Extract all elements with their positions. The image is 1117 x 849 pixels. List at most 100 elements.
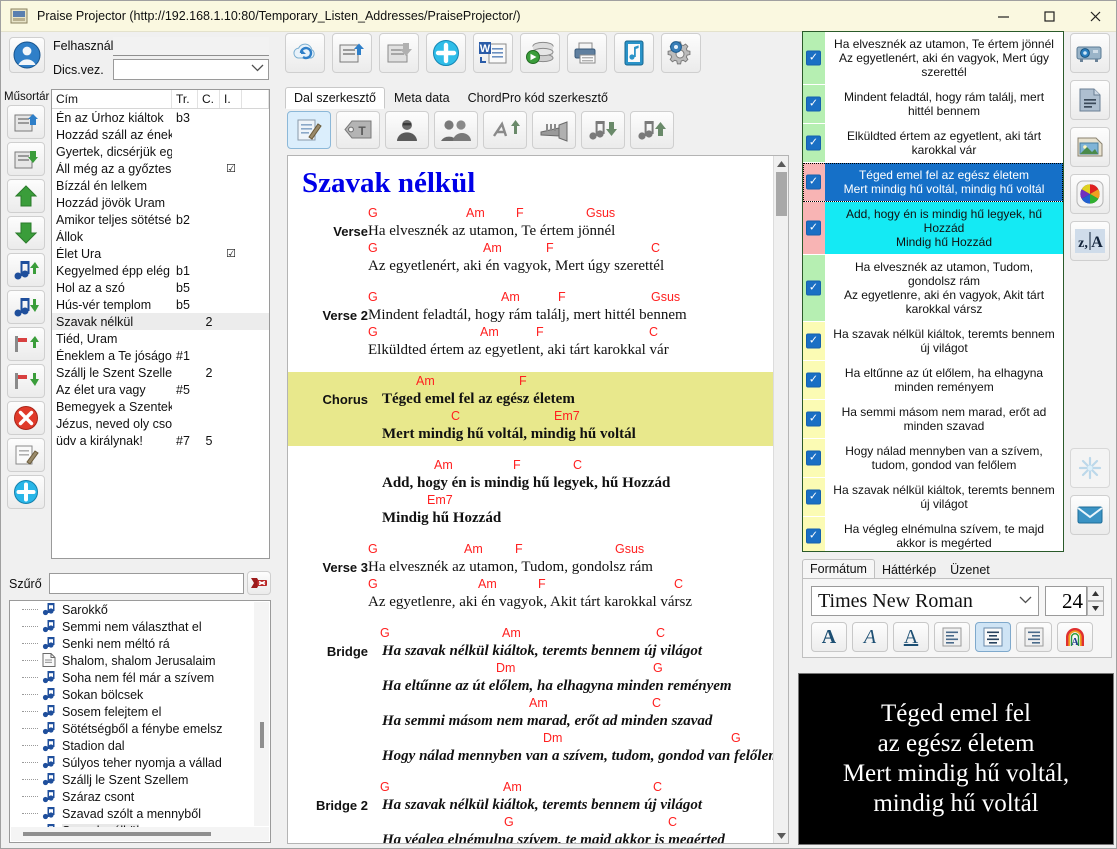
editor-vertical-scrollbar[interactable] — [773, 156, 788, 843]
scroll-down-arrow[interactable] — [774, 828, 789, 843]
playlist-row[interactable]: Kegyelmed épp elégb1 — [52, 262, 269, 279]
text-color-button[interactable]: A — [1057, 622, 1093, 652]
slide-item[interactable]: ✓Ha szavak nélkül kiáltok, teremts benne… — [803, 478, 1063, 517]
scroll-up-arrow[interactable] — [774, 156, 789, 171]
group-icon[interactable] — [434, 111, 478, 149]
playlist-open-icon[interactable] — [7, 105, 45, 139]
slide-item[interactable]: ✓Ha semmi másom nem marad, erőt ad minde… — [803, 400, 1063, 439]
playlist-save-icon[interactable] — [7, 142, 45, 176]
column-header-tr[interactable]: Tr. — [172, 90, 198, 108]
playlist-row[interactable]: Gyertek, dicsérjük egy... — [52, 143, 269, 160]
word-export-icon[interactable]: W — [473, 33, 513, 73]
slide-checkbox[interactable]: ✓ — [806, 373, 821, 388]
list-item[interactable]: Sarokkő — [10, 601, 270, 618]
playlist-row[interactable]: Hol az a szób5 — [52, 279, 269, 296]
list-item[interactable]: Soha nem fél már a szívem — [10, 669, 270, 686]
slide-item[interactable]: ✓Ha végleg elnémulna szívem, te majd akk… — [803, 517, 1063, 552]
slide-checkbox[interactable]: ✓ — [806, 412, 821, 427]
playlist-row[interactable]: Amikor teljes sötétségb2 — [52, 211, 269, 228]
song-tree-vertical-scrollbar[interactable] — [254, 602, 269, 826]
add-new-icon[interactable] — [7, 475, 45, 509]
file-open-icon[interactable] — [332, 33, 372, 73]
trumpet-icon[interactable] — [532, 111, 576, 149]
edit-song-icon[interactable] — [287, 111, 331, 149]
slide-checkbox[interactable]: ✓ — [806, 221, 821, 236]
scrollbar-thumb[interactable] — [23, 832, 211, 836]
user-avatar-icon[interactable] — [9, 37, 45, 73]
slide-checkbox[interactable]: ✓ — [806, 451, 821, 466]
key-transpose-icon[interactable] — [483, 111, 527, 149]
playlist-row[interactable]: Szavak nélkül2 — [52, 313, 269, 330]
scrollbar-thumb[interactable] — [776, 172, 787, 216]
lyrics-block[interactable]: ChorusAmFTéged emel fel az egész életemC… — [288, 372, 774, 446]
chord-add-icon[interactable] — [7, 327, 45, 361]
slide-item[interactable]: ✓Ha elvesznék az utamon, Tudom, gondolsz… — [803, 255, 1063, 322]
italic-button[interactable]: A — [852, 622, 888, 652]
text-document-icon[interactable] — [1070, 80, 1110, 120]
align-right-button[interactable] — [1016, 622, 1052, 652]
align-center-button[interactable] — [975, 622, 1011, 652]
slide-checkbox[interactable]: ✓ — [806, 51, 821, 66]
playlist-row[interactable]: Én az Úrhoz kiáltokb3 — [52, 109, 269, 126]
lyrics-block[interactable]: AmFCAdd, hogy én is mindig hű legyek, hű… — [288, 456, 774, 530]
lyrics-block[interactable]: Verse 2GAmFGsusMindent feladtál, hogy rá… — [288, 288, 774, 362]
list-item[interactable]: Szállj le Szent Szellem — [10, 771, 270, 788]
list-item[interactable]: Senki nem méltó rá — [10, 635, 270, 652]
maximize-button[interactable] — [1026, 1, 1072, 32]
playlist-row[interactable]: Hozzád száll az énekem — [52, 126, 269, 143]
tab-background-image[interactable]: Háttérkép — [875, 561, 943, 579]
snowflake-icon[interactable] — [1070, 448, 1110, 488]
column-header-i[interactable]: I. — [220, 90, 242, 108]
media-library-icon[interactable] — [614, 33, 654, 73]
list-item[interactable]: Sosem felejtem el — [10, 703, 270, 720]
username-input[interactable] — [113, 37, 269, 56]
slide-checkbox[interactable]: ✓ — [806, 136, 821, 151]
playlist-row[interactable]: Szállj le Szent Szellem2 — [52, 364, 269, 381]
lyrics-block[interactable]: VerseGAmFGsusHa elvesznék az utamon, Te … — [288, 204, 774, 278]
clear-filter-icon[interactable] — [247, 571, 271, 595]
bold-button[interactable]: A — [811, 622, 847, 652]
align-left-button[interactable] — [934, 622, 970, 652]
slide-item[interactable]: ✓Elküldted értem az egyetlent, aki tárt … — [803, 124, 1063, 163]
list-item[interactable]: Súlyos teher nyomja a vállad — [10, 754, 270, 771]
font-family-combobox[interactable]: Times New Roman — [811, 586, 1039, 616]
playlist-row[interactable]: Az élet ura vagy#5 — [52, 381, 269, 398]
slide-checkbox[interactable]: ✓ — [806, 97, 821, 112]
playlist-row[interactable]: Éneklem a Te jóságo...#1 — [52, 347, 269, 364]
song-remove-icon[interactable] — [7, 290, 45, 324]
lyrics-block[interactable]: Bridge 2GAmCHa szavak nélkül kiáltok, te… — [288, 778, 774, 844]
chord-remove-icon[interactable] — [7, 364, 45, 398]
list-item[interactable]: Szavad szólt a mennyből — [10, 805, 270, 822]
leader-combobox[interactable] — [113, 59, 269, 80]
slide-preview[interactable]: Téged emel fel az egész életem Mert mind… — [798, 673, 1114, 845]
move-up-icon[interactable] — [7, 179, 45, 213]
scrollbar-thumb[interactable] — [260, 722, 264, 748]
edit-note-icon[interactable] — [7, 438, 45, 472]
delete-icon[interactable] — [7, 401, 45, 435]
tab-format[interactable]: Formátum — [802, 559, 875, 579]
playlist-row[interactable]: Állok — [52, 228, 269, 245]
slide-item[interactable]: ✓Ha eltűnne az út előlem, ha elhagyna mi… — [803, 361, 1063, 400]
filter-input[interactable] — [49, 573, 244, 594]
playlist-row[interactable]: Bízzál én lelkem — [52, 177, 269, 194]
playlist-table[interactable]: Cím Tr. C. I. Én az Úrhoz kiáltokb3Hozzá… — [51, 89, 270, 559]
list-item[interactable]: Száraz csont — [10, 788, 270, 805]
song-add-icon[interactable] — [7, 253, 45, 287]
slide-item[interactable]: ✓Hogy nálad mennyben van a szívem, tudom… — [803, 439, 1063, 478]
slide-item[interactable]: ✓Téged emel fel az egész életem Mert min… — [803, 163, 1063, 202]
tab-song-editor[interactable]: Dal szerkesztő — [285, 87, 385, 109]
font-za-icon[interactable]: z, A — [1070, 221, 1110, 261]
playlist-row[interactable]: Hozzád jövök Uram — [52, 194, 269, 211]
slide-item[interactable]: ✓Ha elvesznék az utamon, Te értem jönnél… — [803, 32, 1063, 85]
note-up-icon[interactable] — [630, 111, 674, 149]
color-wheel-icon[interactable] — [1070, 174, 1110, 214]
playlist-row[interactable]: Jézus, neved oly csod... — [52, 415, 269, 432]
tab-meta-data[interactable]: Meta data — [385, 87, 459, 109]
slide-item[interactable]: ✓Ha szavak nélkül kiáltok, teremts benne… — [803, 322, 1063, 361]
underline-button[interactable]: A — [893, 622, 929, 652]
song-tree-horizontal-scrollbar[interactable] — [11, 827, 269, 841]
font-size-decrease-button[interactable] — [1087, 601, 1104, 616]
lyrics-block[interactable]: BridgeGAmCHa szavak nélkül kiáltok, tere… — [288, 624, 774, 768]
tab-message[interactable]: Üzenet — [943, 561, 997, 579]
tab-chordpro-editor[interactable]: ChordPro kód szerkesztő — [459, 87, 617, 109]
